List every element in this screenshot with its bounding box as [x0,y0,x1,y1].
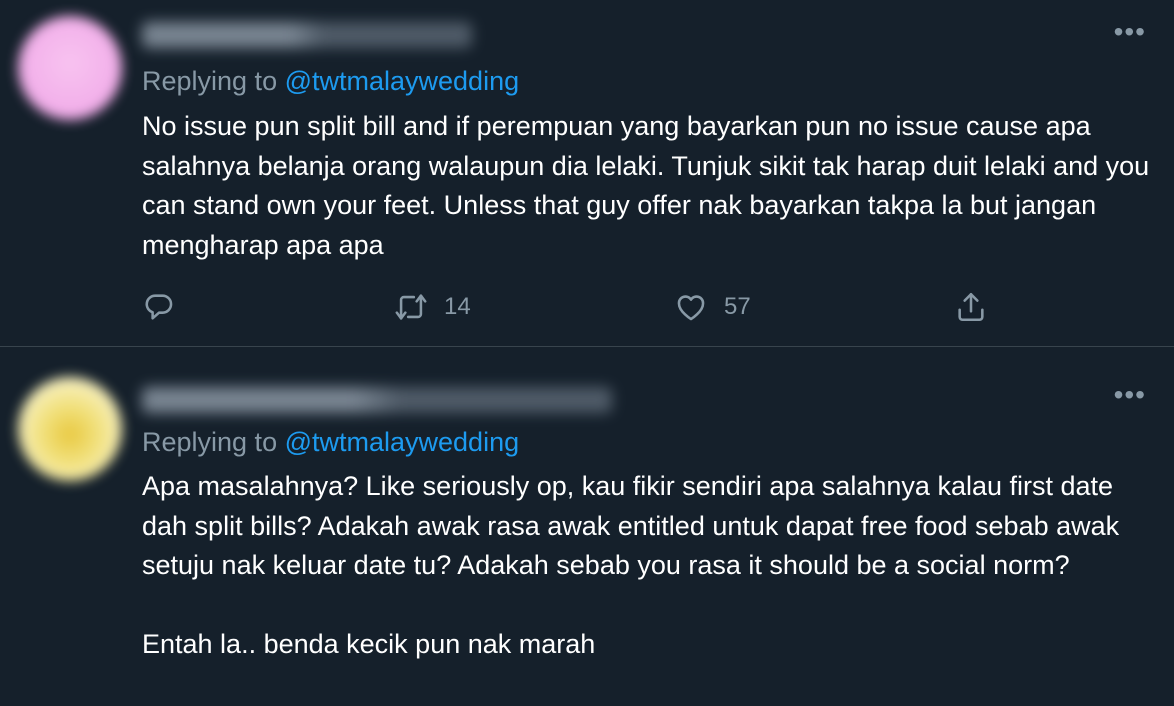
more-options-icon[interactable]: ••• [1114,18,1146,46]
tweet-text: Apa masalahnya? Like seriously op, kau f… [142,471,1120,659]
replying-to-label: Replying to [142,66,285,96]
replying-to-handle[interactable]: @twtmalaywedding [285,427,520,457]
like-icon [677,295,705,321]
avatar[interactable] [18,377,122,481]
more-options-icon[interactable]: ••• [1114,381,1146,409]
share-icon [958,292,984,322]
replying-to-line: Replying to @twtmalaywedding [142,427,519,458]
like-count: 57 [724,293,751,320]
retweet-count: 14 [444,293,471,320]
replying-to-label: Replying to [142,427,285,457]
retweet-button[interactable]: 14 [394,290,471,324]
like-button[interactable]: 57 [674,290,751,324]
retweet-icon [395,294,427,320]
avatar[interactable] [18,16,122,120]
tweet-actions: 14 57 [0,290,1174,330]
reply-icon [145,294,173,320]
replying-to-handle[interactable]: @twtmalaywedding [285,66,520,96]
author-name-blurred[interactable] [142,22,472,48]
tweet[interactable]: ••• Replying to @twtmalaywedding Apa mas… [0,347,1174,706]
share-button[interactable] [954,290,988,324]
tweet-text: No issue pun split bill and if perempuan… [142,111,1150,260]
replying-to-line: Replying to @twtmalaywedding [142,66,519,97]
author-name-blurred[interactable] [142,387,612,413]
reply-button[interactable] [142,290,176,324]
tweet[interactable]: ••• Replying to @twtmalaywedding No issu… [0,0,1174,347]
